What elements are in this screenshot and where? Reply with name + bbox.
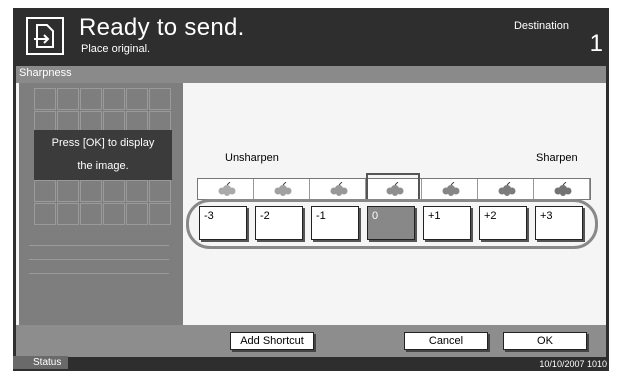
preview-grid-cell <box>149 203 171 225</box>
sharpness-level-button[interactable]: +1 <box>423 206 471 240</box>
preview-grid-cell <box>149 180 171 202</box>
preview-grid-cell <box>103 88 125 110</box>
preview-grid-cell <box>80 180 102 202</box>
section-label: Sharpness <box>19 67 72 79</box>
preview-grid-cell <box>103 180 125 202</box>
date-time: 10/10/2007 1010 <box>539 359 607 369</box>
preview-grid-cell <box>126 88 148 110</box>
header: Ready to send. Place original. Destinati… <box>13 8 609 65</box>
preview-grid-cell <box>126 203 148 225</box>
preview-grid-cell <box>126 180 148 202</box>
preview-grid-cell <box>103 203 125 225</box>
sharpness-level-button[interactable]: -1 <box>311 206 359 240</box>
status-bar <box>13 357 609 371</box>
sharpness-level-button[interactable]: +3 <box>535 206 583 240</box>
preview-message: Press [OK] to display the image. <box>34 130 172 180</box>
preview-grid-cell <box>34 203 56 225</box>
preview-message-line2: the image. <box>77 160 129 172</box>
section-bar: Sharpness <box>16 66 606 83</box>
preview-divider <box>29 273 169 274</box>
preview-divider <box>29 259 169 260</box>
sharpen-label: Sharpen <box>536 152 578 164</box>
preview-grid-cell <box>57 203 79 225</box>
preview-grid-cell <box>149 88 171 110</box>
preview-message-line1: Press [OK] to display <box>51 137 155 149</box>
preview-grid-cell <box>80 88 102 110</box>
sharpness-level-button[interactable]: -3 <box>199 206 247 240</box>
preview-grid-cell <box>57 88 79 110</box>
preview-divider <box>29 245 169 246</box>
grape-thumbnail-icon <box>422 179 478 199</box>
grape-thumbnail-icon <box>310 179 366 199</box>
page-subtitle: Place original. <box>81 43 151 55</box>
preview-panel: Press [OK] to display the image. <box>19 83 183 325</box>
ok-button[interactable]: OK <box>503 332 587 350</box>
unsharpen-label: Unsharpen <box>225 152 279 164</box>
grape-thumbnail-icon <box>198 179 254 199</box>
add-shortcut-button[interactable]: Add Shortcut <box>230 332 314 350</box>
preview-grid-cell <box>57 180 79 202</box>
cancel-button[interactable]: Cancel <box>404 332 488 350</box>
grape-thumbnail-icon <box>254 179 310 199</box>
destination-count: 1 <box>589 30 603 57</box>
footer-bar: Add Shortcut Cancel OK <box>16 325 606 357</box>
sharpness-level-button[interactable]: -2 <box>255 206 303 240</box>
send-document-icon <box>26 17 64 55</box>
sharpness-level-button[interactable]: +2 <box>479 206 527 240</box>
thumbnail-selector <box>366 173 420 200</box>
grape-thumbnail-icon <box>478 179 534 199</box>
sharpness-level-button[interactable]: 0 <box>367 206 415 240</box>
status-button[interactable]: Status <box>13 356 68 369</box>
preview-grid-cell <box>34 88 56 110</box>
preview-grid-cell <box>34 180 56 202</box>
destination-label: Destination <box>513 20 569 32</box>
page-title: Ready to send. <box>79 14 245 41</box>
preview-grid-cell <box>80 203 102 225</box>
grape-thumbnail-icon <box>534 179 590 199</box>
